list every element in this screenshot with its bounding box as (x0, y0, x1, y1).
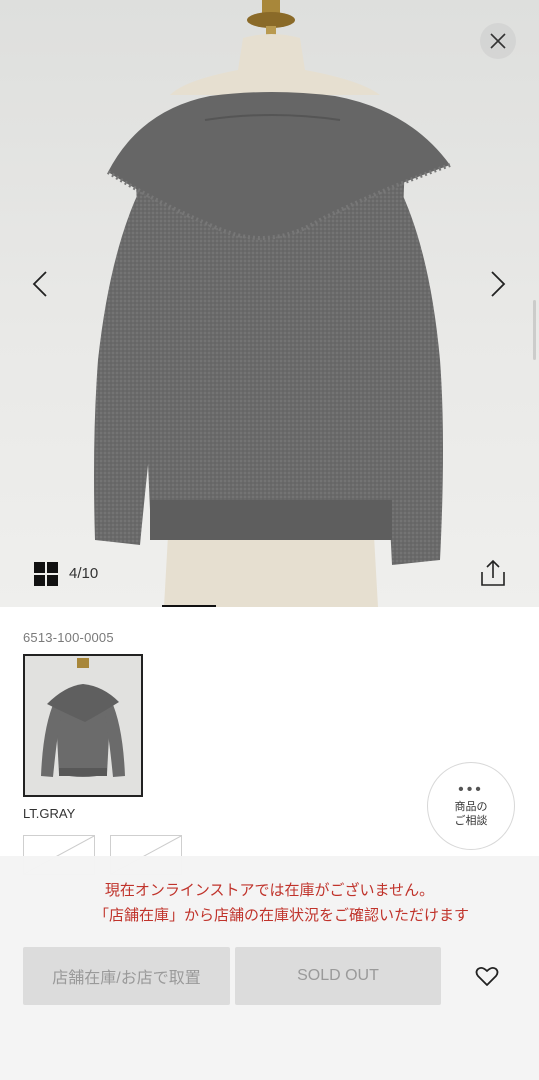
sold-out-button: SOLD OUT (235, 947, 441, 1005)
chevron-left-icon[interactable] (26, 268, 56, 300)
product-image (94, 0, 451, 607)
more-dots-icon: ••• (458, 781, 484, 798)
product-code: 6513-100-0005 (23, 630, 114, 645)
color-swatch-image (25, 656, 141, 795)
close-icon (490, 33, 506, 49)
image-counter: 4/10 (69, 565, 99, 582)
consult-label-line1: 商品の (454, 801, 488, 813)
color-name: LT.GRAY (23, 806, 76, 821)
stock-notice: 現在オンラインストアでは在庫がございません。 「店舗在庫」から店舗の在庫状況をご… (0, 878, 539, 928)
store-stock-button[interactable]: 店舗在庫/お店で取置 (23, 947, 230, 1005)
consult-label-line2: ご相談 (454, 815, 488, 827)
stock-notice-line1: 現在オンラインストアでは在庫がございません。 (104, 882, 435, 899)
heart-icon[interactable] (474, 963, 500, 989)
stock-notice-line2: 「店舗在庫」から店舗の在庫状況をご確認いただけます (93, 907, 469, 924)
color-swatch-selected[interactable] (23, 654, 143, 797)
chevron-right-icon[interactable] (484, 268, 514, 300)
product-consult-button[interactable]: ••• 商品の ご相談 (427, 762, 515, 850)
consult-label: 商品の ご相談 (455, 800, 488, 828)
share-icon[interactable] (478, 558, 508, 588)
product-image-gallery[interactable]: 4/10 (0, 0, 539, 607)
gallery-progress-indicator (162, 605, 216, 607)
grid-icon[interactable] (34, 562, 58, 586)
scrollbar[interactable] (533, 300, 536, 360)
close-button[interactable] (480, 23, 516, 59)
